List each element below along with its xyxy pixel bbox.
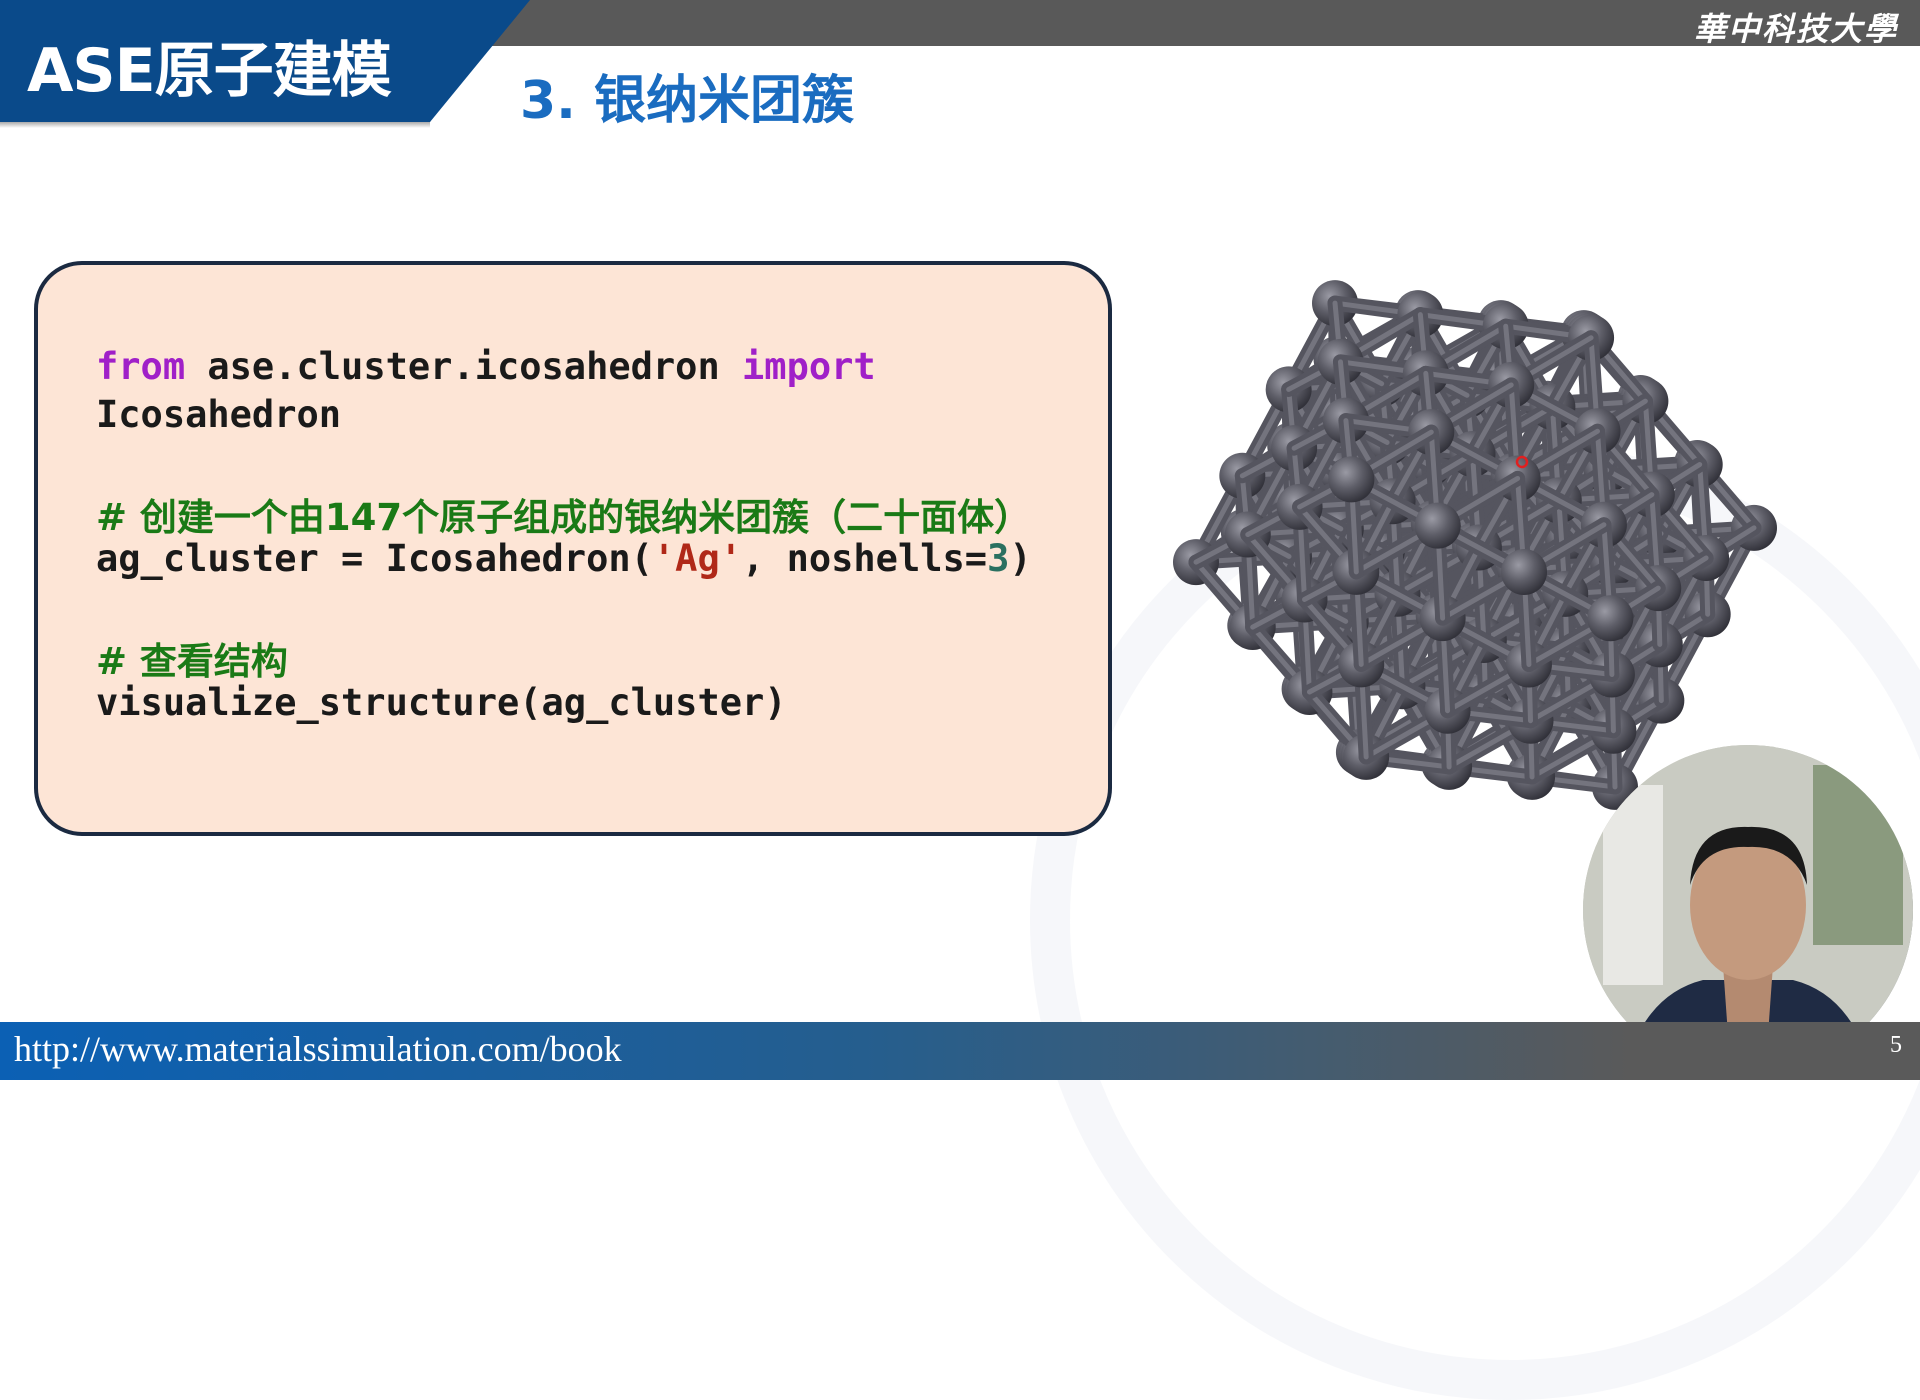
footer-url[interactable]: http://www.materialssimulation.com/book: [14, 1028, 622, 1070]
code-line-assign: ag_cluster = Icosahedron('Ag', noshells=…: [96, 537, 1032, 580]
code-box: from ase.cluster.icosahedron import Icos…: [34, 261, 1112, 836]
page-number: 5: [1890, 1032, 1902, 1058]
atom: [1501, 548, 1548, 595]
code-line-visualize: visualize_structure(ag_cluster): [96, 681, 787, 724]
atom: [1328, 456, 1375, 503]
code-text: ): [1009, 537, 1032, 580]
comment-text: 创建一个由147个原子组成的银纳米团簇（二十面体）: [139, 496, 1032, 539]
atom: [1414, 502, 1461, 549]
university-logo: 華中科技大學: [1693, 10, 1898, 48]
atom: [1587, 595, 1634, 642]
code-line-import: from ase.cluster.icosahedron import: [96, 345, 876, 388]
comment-hash: #: [96, 640, 140, 683]
keyword-from: from: [96, 345, 186, 388]
number-literal: 3: [987, 537, 1010, 580]
code-comment-create: # 创建一个由147个原子组成的银纳米团簇（二十面体）: [96, 487, 1031, 541]
code-text: , noshells=: [742, 537, 988, 580]
code-line-class: Icosahedron: [96, 393, 342, 436]
footer-bar: http://www.materialssimulation.com/book …: [0, 1022, 1920, 1080]
tab-shadow: [0, 122, 430, 128]
course-title: ASE原子建模: [27, 36, 392, 106]
comment-hash: #: [96, 496, 140, 539]
section-title: 3. 银纳米团簇: [520, 71, 855, 131]
string-literal: 'Ag': [652, 537, 743, 580]
comment-text: 查看结构: [139, 640, 288, 683]
module-name: ase.cluster.icosahedron: [185, 345, 743, 388]
code-text: ag_cluster = Icosahedron(: [96, 537, 653, 580]
code-comment-view: # 查看结构: [96, 631, 288, 685]
keyword-import: import: [742, 345, 876, 388]
